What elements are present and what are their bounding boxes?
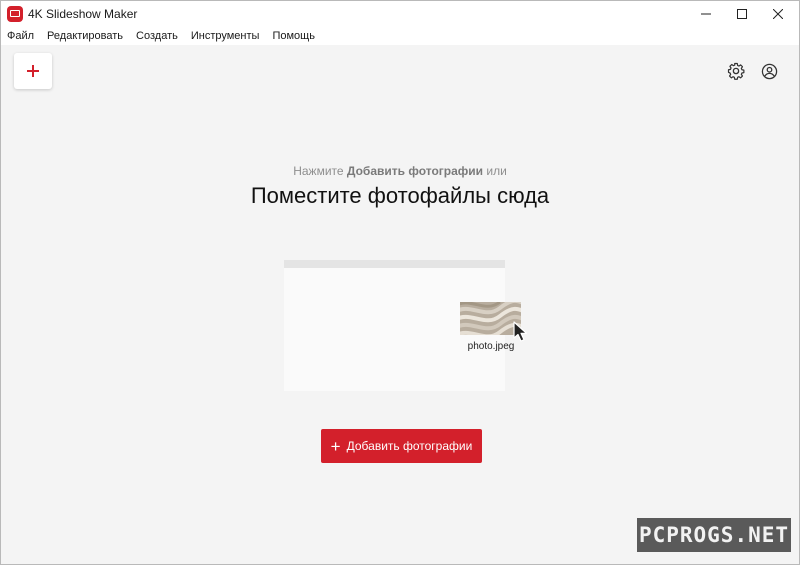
plus-icon: [27, 65, 39, 77]
menu-item-file[interactable]: Файл: [7, 30, 34, 42]
add-photos-button[interactable]: [14, 53, 52, 89]
menu-bar: Файл Редактировать Создать Инструменты П…: [1, 27, 799, 45]
window-title: 4K Slideshow Maker: [28, 7, 138, 21]
menu-item-edit[interactable]: Редактировать: [47, 30, 123, 42]
plus-icon: +: [330, 436, 341, 456]
cta-label: Добавить фотографии: [346, 439, 473, 453]
drop-hint: Нажмите Добавить фотографии или: [1, 164, 799, 178]
hint-add-photos: Добавить фотографии: [346, 164, 484, 178]
photo-thumbnail: [460, 302, 521, 335]
gear-icon: [727, 62, 745, 80]
cursor-icon: [513, 321, 528, 342]
app-logo-icon: [7, 6, 23, 22]
maximize-icon: [737, 9, 747, 19]
menu-item-help[interactable]: Помощь: [272, 30, 315, 42]
app-window: 4K Slideshow Maker Файл Редактировать Со…: [0, 0, 800, 565]
add-photos-cta-button[interactable]: + Добавить фотографии: [321, 429, 482, 463]
watermark: PCPROGS.NET: [637, 518, 791, 552]
hint-prefix: Нажмите: [293, 164, 347, 178]
user-icon: [761, 63, 777, 79]
minimize-icon: [701, 13, 711, 15]
menu-item-create[interactable]: Создать: [136, 30, 178, 42]
menu-item-tools[interactable]: Инструменты: [191, 30, 260, 42]
settings-button[interactable]: [726, 61, 746, 81]
account-button[interactable]: [759, 61, 779, 81]
close-icon: [773, 9, 783, 19]
title-bar[interactable]: 4K Slideshow Maker: [1, 1, 799, 27]
close-button[interactable]: [755, 1, 799, 27]
main-content: Нажмите Добавить фотографии или Поместит…: [1, 45, 799, 564]
drop-headline: Поместите фотофайлы сюда: [250, 183, 550, 208]
illustration-window-bar: [284, 260, 505, 268]
hint-suffix: или: [483, 164, 507, 178]
